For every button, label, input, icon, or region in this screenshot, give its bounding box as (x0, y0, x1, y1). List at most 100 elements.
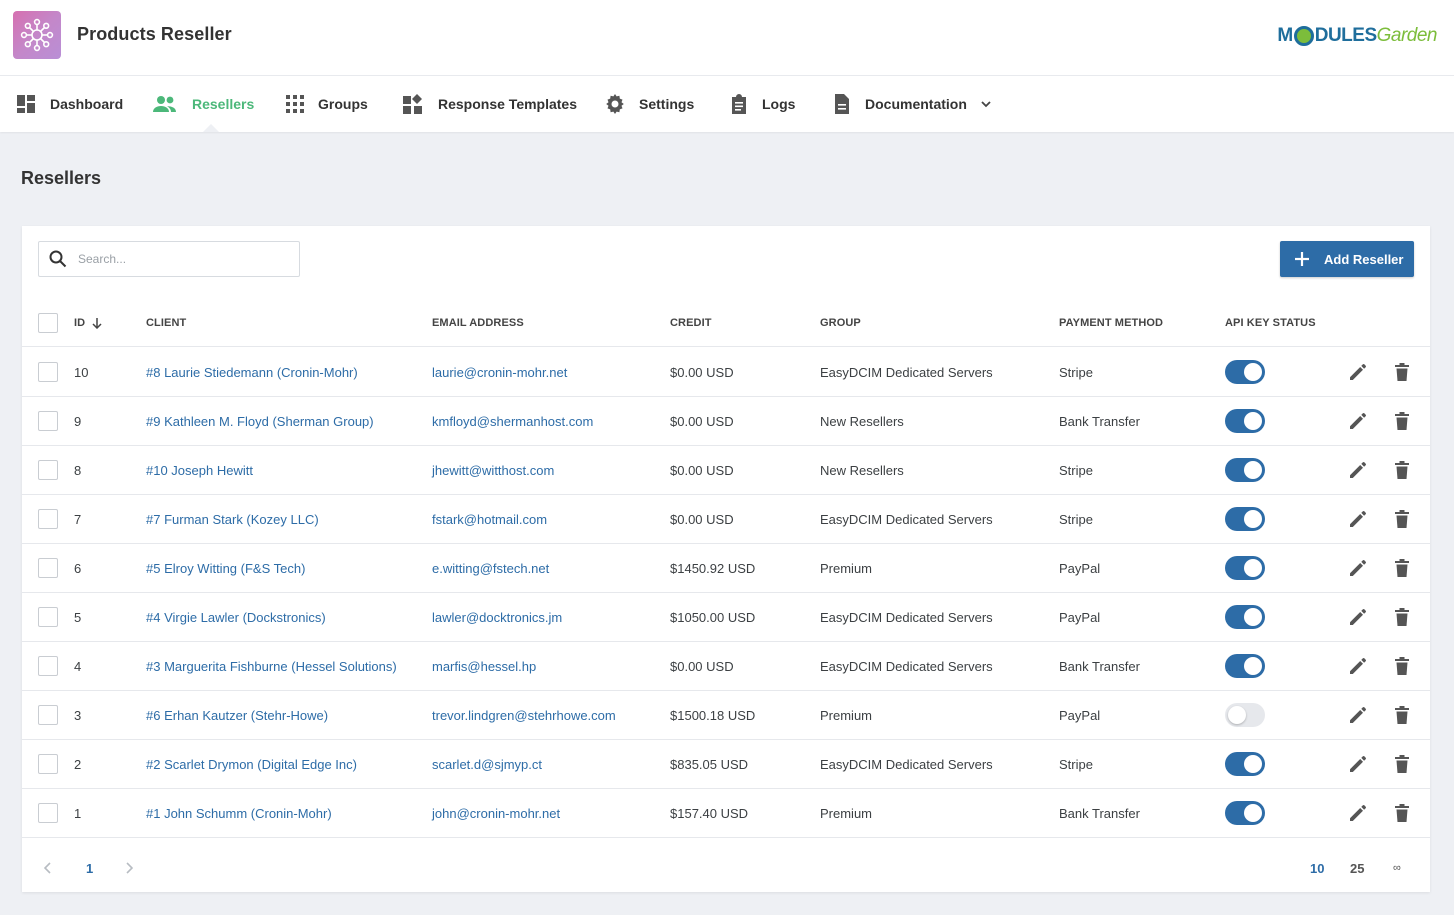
edit-button[interactable] (1348, 705, 1368, 725)
api-key-toggle[interactable] (1225, 752, 1265, 776)
column-header-api-key-status[interactable]: API KEY STATUS (1225, 299, 1316, 347)
api-key-toggle[interactable] (1225, 801, 1265, 825)
row-client-link[interactable]: #10 Joseph Hewitt (146, 446, 253, 494)
nav-item-dashboard[interactable]: Dashboard (16, 76, 123, 132)
nav-item-documentation[interactable]: Documentation (833, 76, 991, 132)
row-email-link[interactable]: marfis@hessel.hp (432, 642, 536, 690)
api-key-toggle[interactable] (1225, 507, 1265, 531)
page-number[interactable]: 1 (86, 844, 93, 892)
row-group: New Resellers (820, 413, 904, 429)
column-header-id[interactable]: ID (74, 299, 102, 347)
add-reseller-button[interactable]: Add Reseller (1280, 241, 1414, 277)
row-payment-method: PayPal (1059, 560, 1101, 576)
delete-button[interactable] (1392, 509, 1412, 529)
column-header-group[interactable]: GROUP (820, 299, 861, 347)
row-group: EasyDCIM Dedicated Servers (820, 756, 993, 772)
row-checkbox[interactable] (38, 558, 58, 578)
trash-icon (1395, 608, 1409, 626)
select-all-checkbox[interactable] (38, 313, 58, 333)
column-header-credit[interactable]: CREDIT (670, 299, 712, 347)
delete-button[interactable] (1392, 558, 1412, 578)
row-email-link[interactable]: scarlet.d@sjmyp.ct (432, 740, 542, 788)
toggle-knob (1244, 755, 1262, 773)
api-key-toggle[interactable] (1225, 556, 1265, 580)
nav-item-groups[interactable]: Groups (286, 76, 368, 132)
table-row: 2 #2 Scarlet Drymon (Digital Edge Inc) sca… (22, 740, 1430, 789)
row-client-link[interactable]: #7 Furman Stark (Kozey LLC) (146, 495, 319, 543)
column-header-email[interactable]: EMAIL ADDRESS (432, 299, 524, 347)
row-client-link[interactable]: #6 Erhan Kautzer (Stehr-Howe) (146, 691, 328, 739)
row-client-link[interactable]: #2 Scarlet Drymon (Digital Edge Inc) (146, 740, 357, 788)
app-title: Products Reseller (77, 24, 232, 44)
delete-button[interactable] (1392, 803, 1412, 823)
edit-button[interactable] (1348, 411, 1368, 431)
edit-button[interactable] (1348, 558, 1368, 578)
document-icon (835, 94, 849, 114)
prev-page-button[interactable] (44, 844, 52, 892)
api-key-toggle[interactable] (1225, 703, 1265, 727)
nav-item-settings[interactable]: Settings (605, 76, 694, 132)
search-box[interactable] (38, 241, 300, 277)
api-key-toggle[interactable] (1225, 605, 1265, 629)
dashboard-icon (17, 95, 35, 113)
edit-button[interactable] (1348, 460, 1368, 480)
row-client-link[interactable]: #1 John Schumm (Cronin-Mohr) (146, 789, 332, 837)
api-key-toggle[interactable] (1225, 458, 1265, 482)
delete-button[interactable] (1392, 411, 1412, 431)
delete-button[interactable] (1392, 656, 1412, 676)
edit-button[interactable] (1348, 803, 1368, 823)
column-header-client[interactable]: CLIENT (146, 299, 186, 347)
delete-button[interactable] (1392, 460, 1412, 480)
row-email-link[interactable]: jhewitt@witthost.com (432, 446, 554, 494)
toggle-knob (1244, 608, 1262, 626)
row-client-link[interactable]: #8 Laurie Stiedemann (Cronin-Mohr) (146, 348, 358, 396)
search-input[interactable] (78, 252, 278, 266)
row-email-link[interactable]: kmfloyd@shermanhost.com (432, 397, 593, 445)
row-client-link[interactable]: #3 Marguerita Fishburne (Hessel Solution… (146, 642, 397, 690)
delete-button[interactable] (1392, 607, 1412, 627)
edit-button[interactable] (1348, 362, 1368, 382)
row-client-link[interactable]: #9 Kathleen M. Floyd (Sherman Group) (146, 397, 374, 445)
row-payment-method: PayPal (1059, 609, 1101, 625)
widgets-icon (403, 94, 422, 114)
api-key-toggle[interactable] (1225, 360, 1265, 384)
api-key-toggle[interactable] (1225, 409, 1265, 433)
edit-button[interactable] (1348, 607, 1368, 627)
row-email-link[interactable]: lawler@docktronics.jm (432, 593, 562, 641)
row-client-link[interactable]: #4 Virgie Lawler (Dockstronics) (146, 593, 326, 641)
table-row: 10 #8 Laurie Stiedemann (Cronin-Mohr) laur… (22, 348, 1430, 397)
row-checkbox[interactable] (38, 509, 58, 529)
delete-button[interactable] (1392, 754, 1412, 774)
row-checkbox[interactable] (38, 460, 58, 480)
delete-button[interactable] (1392, 362, 1412, 382)
row-checkbox[interactable] (38, 656, 58, 676)
api-key-toggle[interactable] (1225, 654, 1265, 678)
row-email-link[interactable]: fstark@hotmail.com (432, 495, 547, 543)
page-size-10[interactable]: 10 (1310, 844, 1324, 892)
delete-button[interactable] (1392, 705, 1412, 725)
row-email-link[interactable]: e.witting@fstech.net (432, 544, 549, 592)
column-header-payment-method[interactable]: PAYMENT METHOD (1059, 299, 1163, 347)
row-client-link[interactable]: #5 Elroy Witting (F&S Tech) (146, 544, 305, 592)
row-id: 9 (74, 413, 82, 429)
row-email-link[interactable]: john@cronin-mohr.net (432, 789, 560, 837)
page-size-25[interactable]: 25 (1350, 844, 1364, 892)
row-payment-method: Stripe (1059, 462, 1093, 478)
row-checkbox[interactable] (38, 754, 58, 774)
edit-button[interactable] (1348, 509, 1368, 529)
row-email-link[interactable]: laurie@cronin-mohr.net (432, 348, 567, 396)
row-checkbox[interactable] (38, 803, 58, 823)
row-checkbox[interactable] (38, 705, 58, 725)
row-checkbox[interactable] (38, 411, 58, 431)
nav-item-logs[interactable]: Logs (730, 76, 795, 132)
next-page-button[interactable] (125, 844, 133, 892)
row-email-link[interactable]: trevor.lindgren@stehrhowe.com (432, 691, 616, 739)
row-checkbox[interactable] (38, 607, 58, 627)
row-credit: $157.40 USD (670, 805, 749, 821)
toggle-knob (1244, 363, 1262, 381)
nav-item-response-templates[interactable]: Response Templates (402, 76, 577, 132)
row-checkbox[interactable] (38, 362, 58, 382)
edit-button[interactable] (1348, 754, 1368, 774)
page-size-all[interactable]: ∞ (1393, 844, 1401, 892)
edit-button[interactable] (1348, 656, 1368, 676)
